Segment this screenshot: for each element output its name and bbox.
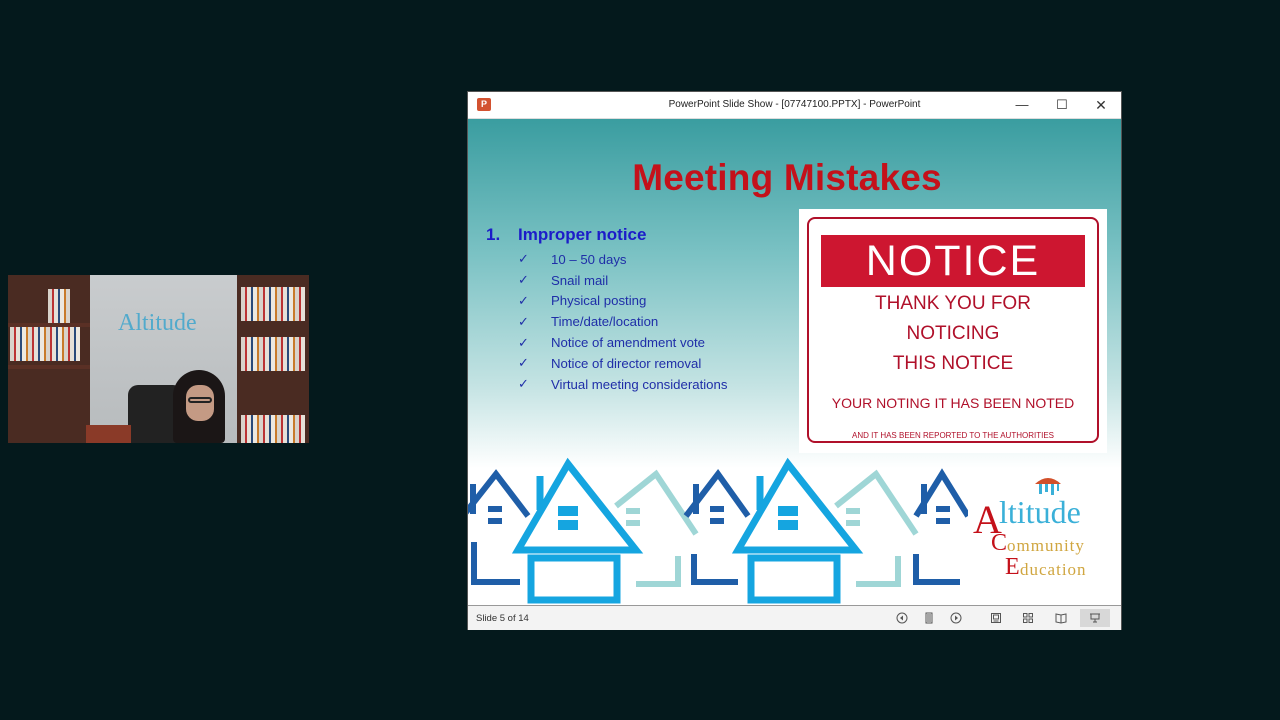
- checkmark-icon: ✓: [518, 313, 529, 329]
- shelf-board: [8, 323, 90, 327]
- notice-line: YOUR NOTING IT HAS BEEN NOTED: [831, 395, 1075, 411]
- logo-word-ommunity: ommunity: [1007, 536, 1085, 555]
- next-slide-button[interactable]: [946, 609, 966, 627]
- menu-icon: [925, 612, 933, 624]
- altitude-community-education-logo: A ltitude C ommunity E ducation: [973, 474, 1113, 589]
- list-item: ✓ Time/date/location: [518, 311, 727, 332]
- close-button[interactable]: ✕: [1087, 96, 1115, 114]
- books: [10, 327, 80, 361]
- logo-word-ducation: ducation: [1020, 560, 1087, 579]
- checkmark-icon: ✓: [518, 355, 529, 371]
- reading-view-button[interactable]: [1051, 609, 1071, 627]
- checkmark-icon: ✓: [518, 376, 529, 392]
- logo-letter-e: E: [1005, 554, 1020, 580]
- house-icon: [834, 469, 919, 587]
- slide-sorter-icon: [1023, 613, 1033, 623]
- minimize-button[interactable]: —: [1008, 96, 1036, 114]
- list-item: ✓ 10 – 50 days: [518, 249, 727, 270]
- house-icon: [731, 457, 864, 604]
- notice-line: THIS NOTICE: [892, 353, 1014, 374]
- list-item: ✓ Physical posting: [518, 291, 727, 312]
- logo-emblem-icon: [1035, 478, 1061, 495]
- list-item: ✓ Notice of amendment vote: [518, 332, 727, 353]
- logo-word-ltitude: ltitude: [999, 494, 1081, 530]
- books: [241, 287, 305, 321]
- slide-show-icon: [1090, 613, 1100, 623]
- presenter-glasses: [188, 397, 212, 403]
- checkmark-icon: ✓: [518, 272, 529, 288]
- desk: [86, 425, 131, 443]
- house-icon: [913, 468, 968, 585]
- reading-view-icon: [1055, 613, 1067, 624]
- house-icon: [511, 457, 644, 604]
- list-item: ✓ Virtual meeting considerations: [518, 374, 727, 395]
- bullet-text: Notice of director removal: [551, 355, 702, 371]
- slide-title: Meeting Mistakes: [632, 157, 942, 198]
- books: [48, 289, 70, 323]
- slide-counter: Slide 5 of 14: [476, 613, 529, 624]
- presenter-webcam-video: Altitude: [8, 275, 309, 443]
- notice-line: THANK YOU FOR: [875, 293, 1031, 314]
- checkmark-icon: ✓: [518, 251, 529, 267]
- bullet-text: Snail mail: [551, 272, 609, 288]
- presenter-face: [186, 385, 214, 421]
- list-heading-text: Improper notice: [518, 225, 647, 244]
- notice-footnote: AND IT HAS BEEN REPORTED TO THE AUTHORIT…: [852, 431, 1054, 440]
- checkmark-icon: ✓: [518, 292, 529, 308]
- books: [241, 415, 305, 443]
- previous-icon: [896, 612, 908, 624]
- notice-sign-image: NOTICE THANK YOU FOR NOTICING THIS NOTIC…: [799, 209, 1107, 453]
- notice-line: NOTICING: [906, 323, 1000, 344]
- houses-illustration: [468, 457, 968, 604]
- powerpoint-slideshow-window: P PowerPoint Slide Show - [07747100.PPTX…: [468, 92, 1121, 630]
- previous-slide-button[interactable]: [892, 609, 912, 627]
- bullet-text: Notice of amendment vote: [551, 335, 705, 351]
- bullet-text: Virtual meeting considerations: [551, 376, 728, 392]
- list-number: 1.: [486, 225, 501, 244]
- bullet-text: Physical posting: [551, 293, 647, 309]
- house-icon: [614, 469, 699, 587]
- next-icon: [950, 612, 962, 624]
- slide-canvas[interactable]: Meeting Mistakes 1. Improper notice ✓ 10 –…: [468, 119, 1121, 604]
- title-bar[interactable]: P PowerPoint Slide Show - [07747100.PPTX…: [468, 92, 1121, 119]
- list-item: ✓ Notice of director removal: [518, 353, 727, 374]
- notice-header: NOTICE: [821, 235, 1085, 287]
- slide-menu-button[interactable]: [919, 609, 939, 627]
- bullet-list: ✓ 10 – 50 days ✓ Snail mail ✓ Physical post…: [518, 249, 727, 395]
- list-heading: 1. Improper notice: [486, 225, 646, 245]
- books: [241, 337, 305, 371]
- maximize-button[interactable]: ☐: [1048, 96, 1076, 114]
- list-item: ✓ Snail mail: [518, 270, 727, 291]
- shelf-board: [8, 365, 90, 369]
- bullet-text: Time/date/location: [551, 314, 659, 330]
- logo-letter-c: C: [991, 530, 1008, 556]
- house-icon: [468, 469, 531, 585]
- normal-view-icon: [991, 613, 1001, 623]
- bullet-text: 10 – 50 days: [551, 251, 627, 267]
- status-bar: Slide 5 of 14: [468, 605, 1121, 630]
- wall-logo: Altitude: [118, 310, 197, 336]
- checkmark-icon: ✓: [518, 334, 529, 350]
- slide-sorter-button[interactable]: [1018, 609, 1038, 627]
- slide-show-button[interactable]: [1080, 609, 1110, 627]
- normal-view-button[interactable]: [986, 609, 1006, 627]
